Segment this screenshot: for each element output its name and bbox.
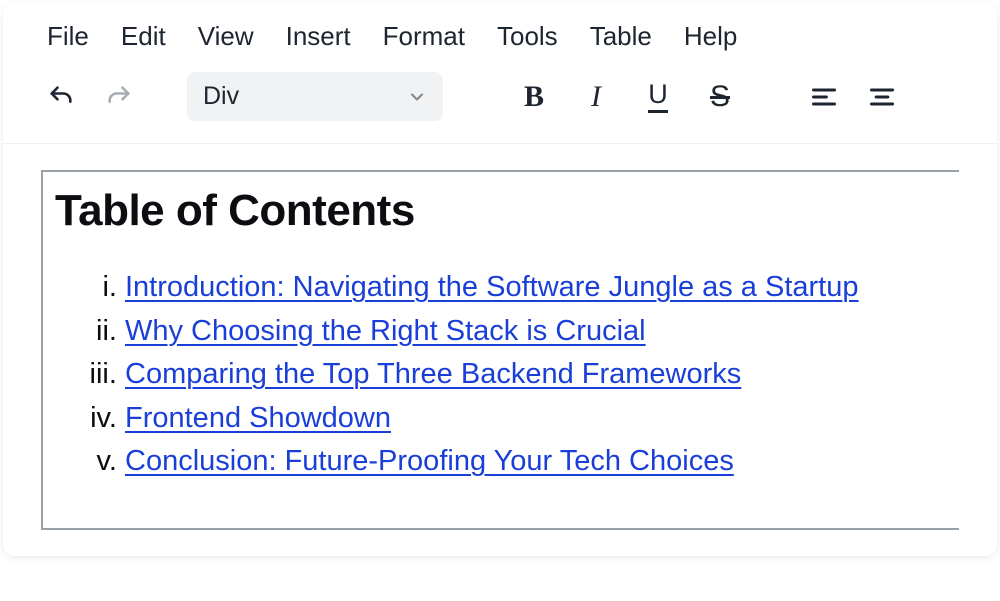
bold-icon: B: [524, 80, 544, 114]
toc-link-5[interactable]: Conclusion: Future-Proofing Your Tech Ch…: [125, 445, 734, 477]
redo-button[interactable]: [99, 77, 139, 117]
toc-item: Introduction: Navigating the Software Ju…: [125, 266, 947, 310]
align-group: [807, 80, 899, 114]
editor-content[interactable]: Table of Contents Introduction: Navigati…: [3, 144, 997, 556]
undo-icon: [47, 83, 75, 111]
underline-icon: U: [648, 81, 668, 113]
bold-button[interactable]: B: [517, 80, 551, 114]
toc-link-1[interactable]: Introduction: Navigating the Software Ju…: [125, 271, 859, 303]
align-center-button[interactable]: [865, 80, 899, 114]
chevron-down-icon: [407, 87, 427, 107]
menu-edit[interactable]: Edit: [121, 21, 166, 52]
toc-title: Table of Contents: [55, 186, 947, 236]
strikethrough-icon: S: [710, 80, 730, 114]
toc-link-3[interactable]: Comparing the Top Three Backend Framewor…: [125, 358, 741, 390]
toc-item: Frontend Showdown: [125, 397, 947, 441]
format-group: B I U S: [517, 80, 737, 114]
align-left-button[interactable]: [807, 80, 841, 114]
toolbar: Div B I U S: [3, 62, 997, 144]
menu-tools[interactable]: Tools: [497, 21, 558, 52]
undo-button[interactable]: [41, 77, 81, 117]
menu-format[interactable]: Format: [383, 21, 465, 52]
editor-container: File Edit View Insert Format Tools Table…: [3, 3, 997, 556]
redo-icon: [105, 83, 133, 111]
menu-help[interactable]: Help: [684, 21, 737, 52]
menu-view[interactable]: View: [198, 21, 254, 52]
menu-file[interactable]: File: [47, 21, 89, 52]
italic-icon: I: [591, 80, 601, 114]
toc-item: Why Choosing the Right Stack is Crucial: [125, 310, 947, 354]
toc-container: Table of Contents Introduction: Navigati…: [41, 170, 959, 530]
italic-button[interactable]: I: [579, 80, 613, 114]
block-type-label: Div: [203, 82, 239, 111]
strikethrough-button[interactable]: S: [703, 80, 737, 114]
align-left-icon: [810, 83, 838, 111]
toc-link-2[interactable]: Why Choosing the Right Stack is Crucial: [125, 315, 646, 347]
menu-insert[interactable]: Insert: [286, 21, 351, 52]
toc-link-4[interactable]: Frontend Showdown: [125, 402, 391, 434]
align-center-icon: [868, 83, 896, 111]
underline-button[interactable]: U: [641, 80, 675, 114]
menu-table[interactable]: Table: [590, 21, 652, 52]
toc-item: Conclusion: Future-Proofing Your Tech Ch…: [125, 440, 947, 484]
toc-list: Introduction: Navigating the Software Ju…: [55, 266, 947, 484]
menubar: File Edit View Insert Format Tools Table…: [3, 3, 997, 62]
block-type-select[interactable]: Div: [187, 72, 443, 121]
toc-item: Comparing the Top Three Backend Framewor…: [125, 353, 947, 397]
